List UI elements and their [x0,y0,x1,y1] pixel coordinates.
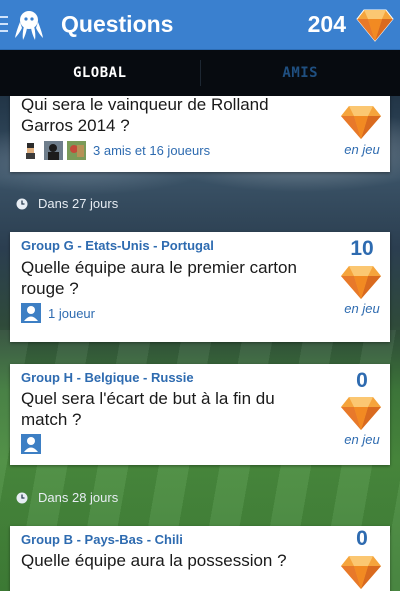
points-counter: 204 [307,11,346,37]
question-text: Quelle équipe aura le premier carton rou… [21,258,297,298]
question-card[interactable]: Group H - Belgique - Russie Quel sera l'… [10,364,390,465]
avatar [67,141,86,160]
question-list[interactable]: Qui sera le vainqueur de Rolland Garros … [0,96,400,591]
diamond-icon[interactable] [356,8,394,42]
user-icon [21,434,41,454]
status-label: en jeu [344,432,380,447]
question-card[interactable]: Group B - Pays-Bas - Chili Quelle équipe… [10,526,390,591]
question-card[interactable]: Qui sera le vainqueur de Rolland Garros … [10,96,390,172]
day-label: Dans 28 jours [38,490,119,505]
diamond-icon [341,397,381,430]
tab-amis[interactable]: AMIS [201,50,400,96]
points-value: 10 [350,237,374,260]
user-icon [21,303,41,323]
question-text: Qui sera le vainqueur de Rolland Garros … [21,96,269,135]
page-title: Questions [61,11,174,37]
question-text: Quelle équipe aura la possession ? [21,551,287,570]
day-separator: Dans 27 jours [16,196,118,211]
hamburger-icon[interactable] [0,16,8,32]
question-text: Quel sera l'écart de but à la fin du mat… [21,389,275,429]
avatar [44,141,63,160]
participants[interactable] [21,434,41,454]
diamond-icon [341,266,381,299]
clock-icon [16,198,28,209]
participants[interactable]: 1 joueur [21,303,95,323]
status-label: en jeu [344,301,380,316]
match-label: Group B - Pays-Bas - Chili [21,532,183,547]
status-label: en jeu [344,142,380,157]
question-card[interactable]: Group G - Etats-Unis - Portugal Quelle é… [10,232,390,342]
diamond-icon [341,556,381,589]
avatar [21,141,40,160]
diamond-icon [341,106,381,139]
points-value: 0 [356,369,368,392]
app-header: Questions 204 [0,0,400,50]
clock-icon [16,492,28,503]
day-separator: Dans 28 jours [16,490,118,505]
tab-global[interactable]: GLOBAL [0,50,200,96]
day-label: Dans 27 jours [38,196,119,211]
participants-label: 3 amis et 16 joueurs [93,143,211,158]
participants-label: 1 joueur [48,305,95,321]
points-value: 0 [356,527,368,550]
match-label: Group H - Belgique - Russie [21,370,194,385]
participants[interactable]: 3 amis et 16 joueurs [21,141,210,160]
match-label: Group G - Etats-Unis - Portugal [21,238,214,253]
tab-bar: GLOBAL AMIS [0,50,400,96]
octopus-logo-icon[interactable] [12,8,46,42]
